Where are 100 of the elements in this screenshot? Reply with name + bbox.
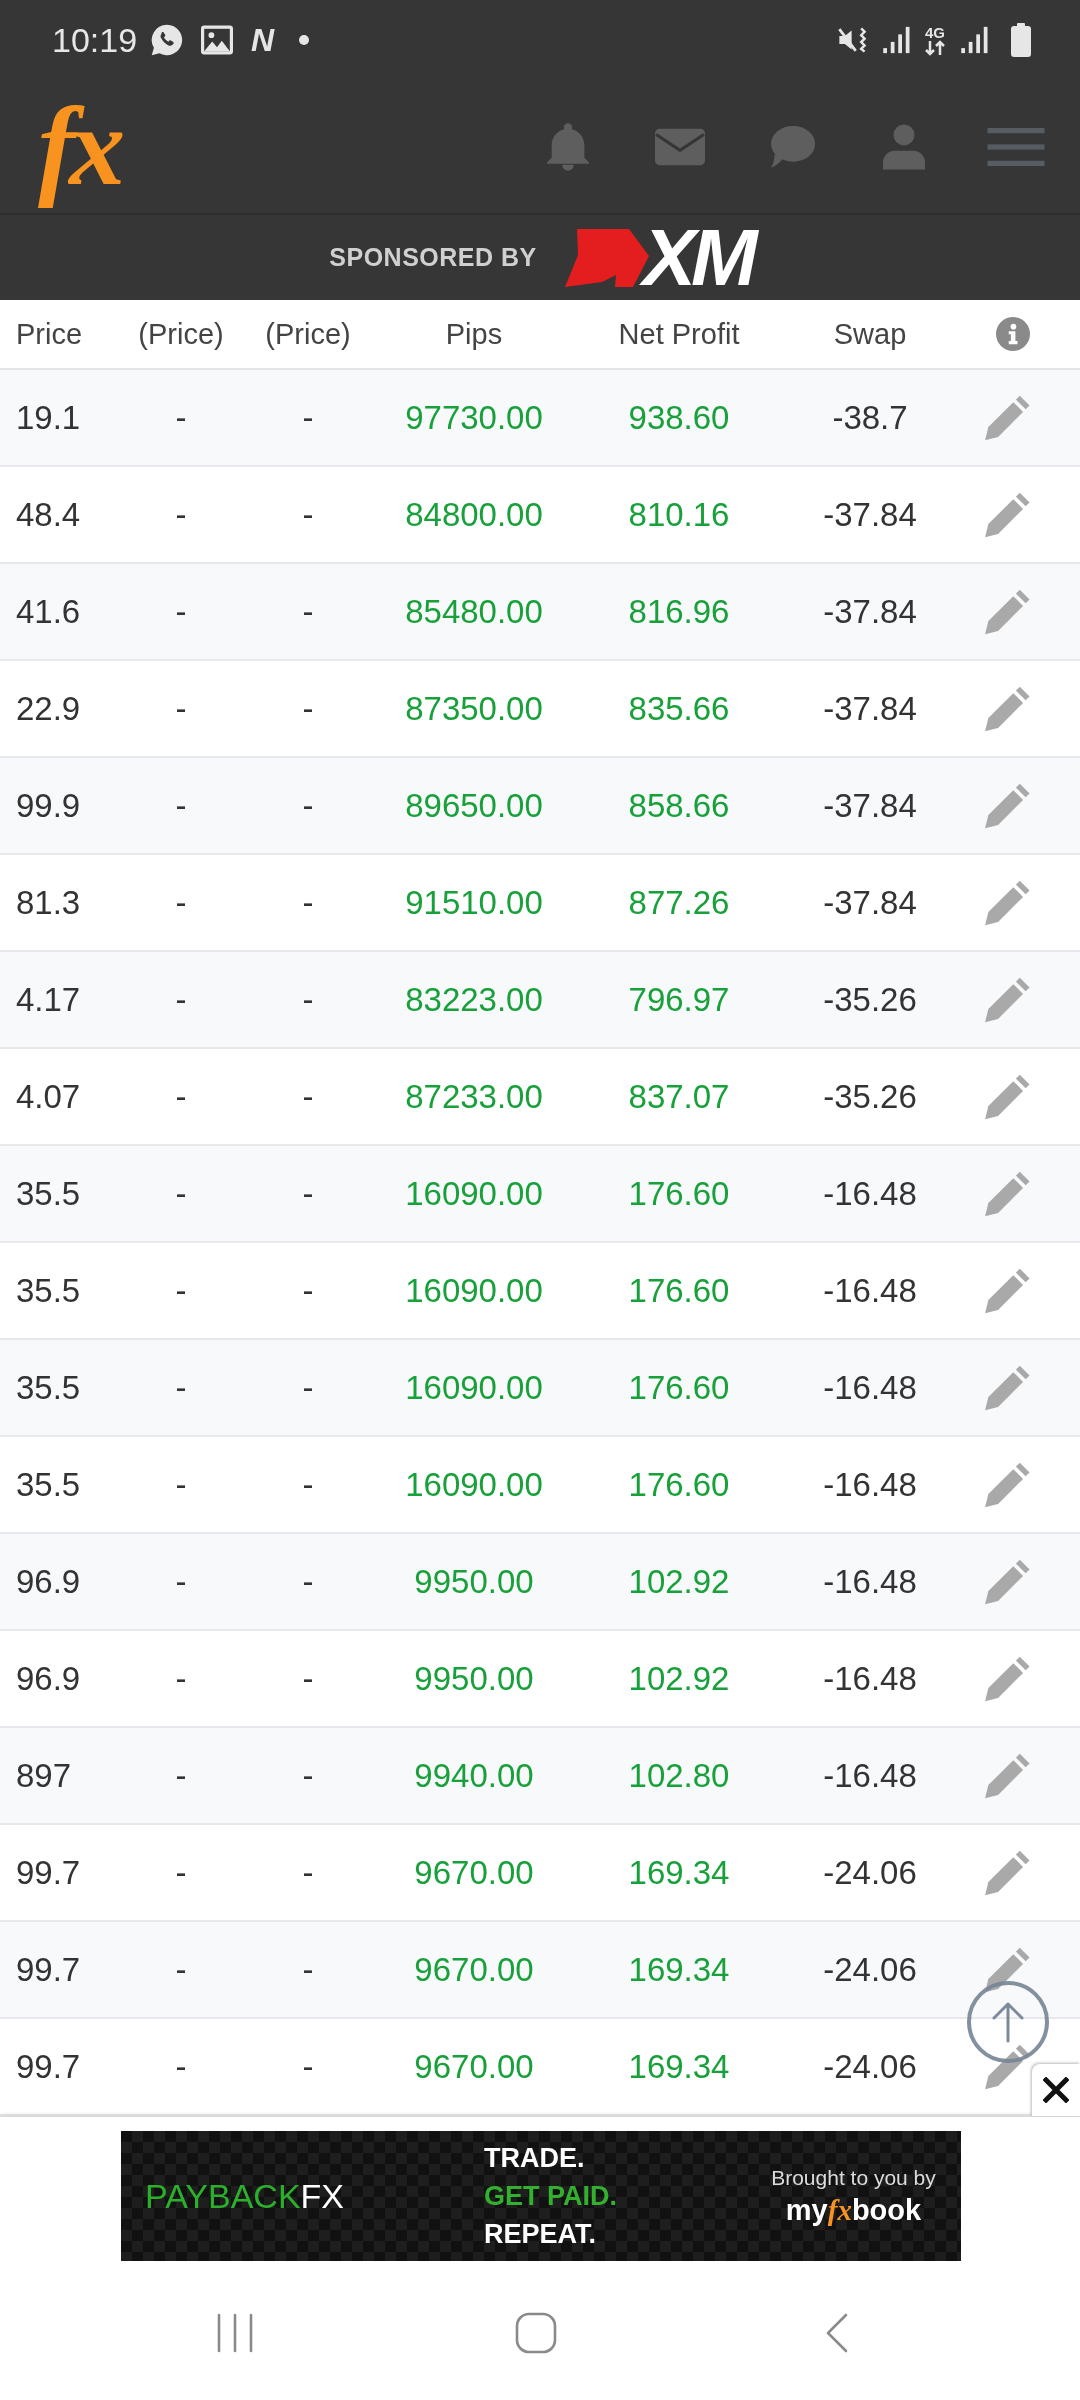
pencil-icon[interactable] <box>984 685 1030 732</box>
column-header: (Price) <box>264 317 352 351</box>
table-cell-text: - <box>301 689 315 728</box>
table-cell-text: - <box>301 980 315 1019</box>
table-cell-text: 897 <box>15 1756 73 1795</box>
table-cell-text: -35.26 <box>822 980 918 1019</box>
column-header: Net Profit <box>617 317 741 351</box>
close-button[interactable] <box>1032 2064 1080 2116</box>
pencil-icon[interactable] <box>984 1655 1030 1702</box>
table-cell-text: 176.60 <box>627 1174 731 1213</box>
table-cell-text: 16090.00 <box>404 1174 544 1213</box>
table-cell-text: 99.7 <box>15 1853 82 1892</box>
signal-icon <box>960 25 990 55</box>
table-cell-text: -16.48 <box>822 1465 918 1504</box>
table-cell-text: - <box>174 1756 188 1795</box>
table-cell-text: 169.34 <box>627 2047 731 2086</box>
table-cell-text: - <box>174 883 188 922</box>
pencil-icon[interactable] <box>984 1558 1030 1605</box>
column-header: Swap <box>832 317 908 351</box>
table-cell-text: -16.48 <box>822 1659 918 1698</box>
pencil-icon[interactable] <box>984 1946 1030 1993</box>
table-cell-text: 99.9 <box>15 786 82 825</box>
table-cell-text: 816.96 <box>627 592 731 631</box>
pencil-icon[interactable] <box>984 1170 1030 1217</box>
table-cell-text: - <box>174 1853 188 1892</box>
table-cell-text: - <box>301 398 315 437</box>
pencil-icon[interactable] <box>984 976 1030 1023</box>
table-cell-text: 835.66 <box>627 689 731 728</box>
credit-brand: myfxbook <box>785 2193 922 2227</box>
table-cell-text: 4.17 <box>15 980 82 1019</box>
table-cell-text: -37.84 <box>822 883 918 922</box>
table-cell-text: - <box>174 398 188 437</box>
pencil-icon[interactable] <box>984 782 1030 829</box>
network-type: 4G <box>925 24 945 40</box>
table-cell-text: -37.84 <box>822 495 918 534</box>
status-time: 10:19 <box>52 20 138 60</box>
column-header: (Price) <box>137 317 225 351</box>
table-cell-text: - <box>301 1950 315 1989</box>
table-cell-text: 9670.00 <box>413 1950 535 1989</box>
table-cell-text: 938.60 <box>627 398 731 437</box>
tagline: REPEAT. <box>484 2218 598 2251</box>
table-cell-text: - <box>301 1368 315 1407</box>
pencil-icon[interactable] <box>984 491 1030 538</box>
data-arrows-icon <box>924 39 946 56</box>
table-cell-text: 19.1 <box>15 398 82 437</box>
table-cell-text: 9670.00 <box>413 2047 535 2086</box>
table-cell-text: -16.48 <box>822 1174 918 1213</box>
table-cell-text: 810.16 <box>627 495 731 534</box>
arrow-up-icon <box>990 2000 1026 2044</box>
pencil-icon[interactable] <box>984 1849 1030 1896</box>
signal-icon <box>882 25 912 55</box>
pencil-icon[interactable] <box>984 588 1030 635</box>
table-cell-text: - <box>301 2047 315 2086</box>
menu-icon[interactable] <box>987 127 1045 166</box>
pencil-icon[interactable] <box>984 2043 1030 2090</box>
table-cell-text: 84800.00 <box>404 495 544 534</box>
pencil-icon[interactable] <box>984 879 1030 926</box>
table-cell-text: 169.34 <box>627 1950 731 1989</box>
pencil-icon[interactable] <box>984 1267 1030 1314</box>
table-cell-text: 16090.00 <box>404 1368 544 1407</box>
table-cell-text: - <box>174 786 188 825</box>
pencil-icon[interactable] <box>984 1073 1030 1120</box>
bell-icon[interactable] <box>547 122 589 171</box>
table-cell-text: 35.5 <box>15 1368 82 1407</box>
table-cell-text: 48.4 <box>15 495 82 534</box>
table-cell-text: - <box>301 786 315 825</box>
table-cell-text: - <box>174 1077 188 1116</box>
table-cell-text: - <box>174 495 188 534</box>
table-cell-text: 35.5 <box>15 1174 82 1213</box>
table-cell-text: - <box>174 1950 188 1989</box>
table-cell-text: - <box>301 592 315 631</box>
home-icon[interactable] <box>514 2311 557 2354</box>
pencil-icon[interactable] <box>984 1364 1030 1411</box>
table-cell-text: 4.07 <box>15 1077 82 1116</box>
table-cell-text: 102.80 <box>627 1756 731 1795</box>
table-cell-text: - <box>174 1271 188 1310</box>
site-logo[interactable]: fx <box>16 79 138 214</box>
table-cell-text: - <box>174 2047 188 2086</box>
table-cell-text: 796.97 <box>627 980 731 1019</box>
table-cell-text: -24.06 <box>822 2047 918 2086</box>
table-cell-text: 16090.00 <box>404 1465 544 1504</box>
info-icon[interactable] <box>996 317 1030 351</box>
table-cell-text: - <box>301 1853 315 1892</box>
table-cell-text: - <box>174 980 188 1019</box>
pencil-icon[interactable] <box>984 1461 1030 1508</box>
table-cell-text: 96.9 <box>15 1562 82 1601</box>
pencil-icon[interactable] <box>984 1752 1030 1799</box>
table-cell-text: 91510.00 <box>404 883 544 922</box>
user-icon[interactable] <box>883 123 925 170</box>
ad-banner[interactable]: PAYBACKFX TRADE. GET PAID. REPEAT. Brought to you by myfxbook <box>121 2131 961 2261</box>
table-cell-text: -35.26 <box>822 1077 918 1116</box>
table-cell-text: -16.48 <box>822 1756 918 1795</box>
table-cell-text: - <box>174 592 188 631</box>
mute-vibrate-icon <box>838 25 868 55</box>
envelope-icon[interactable] <box>655 126 705 167</box>
table-cell-text: 9670.00 <box>413 1853 535 1892</box>
table-cell-text: 41.6 <box>15 592 82 631</box>
pencil-icon[interactable] <box>984 394 1030 441</box>
table-cell-text: 81.3 <box>15 883 82 922</box>
table-cell-text: -37.84 <box>822 592 918 631</box>
